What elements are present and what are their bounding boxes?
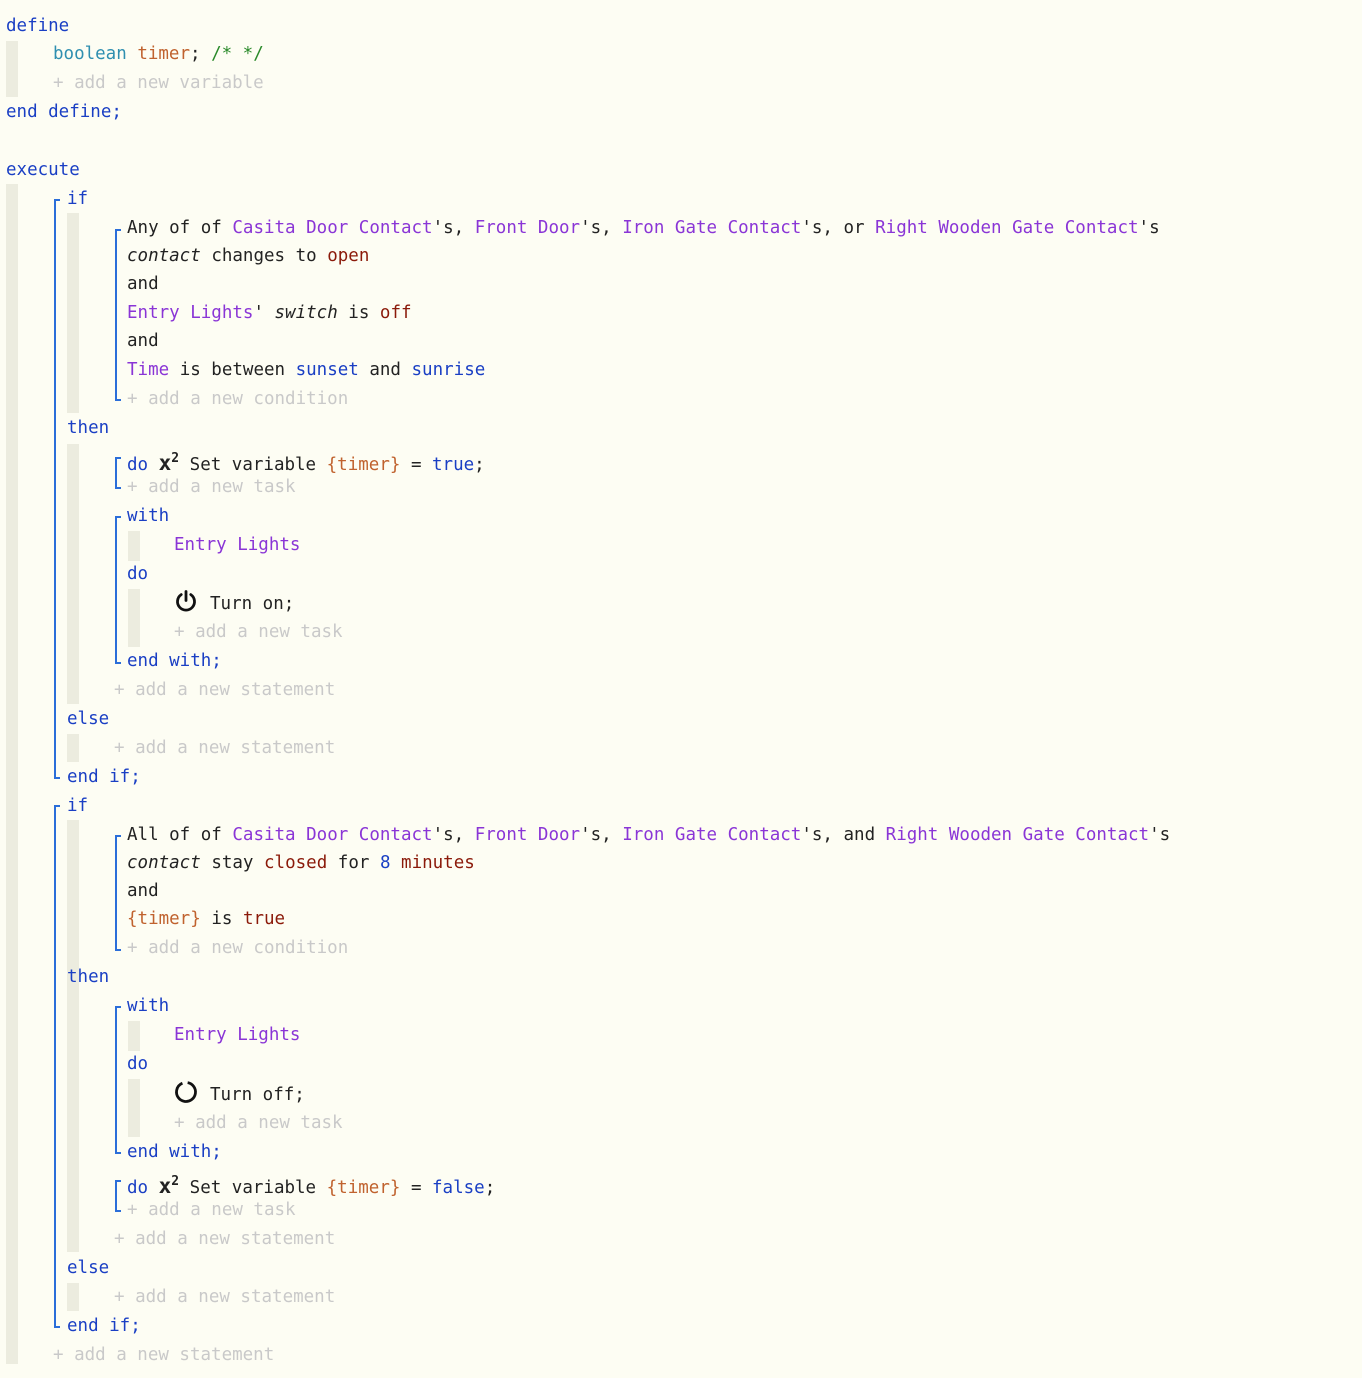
- do-keyword[interactable]: do: [127, 563, 148, 585]
- indent-guide: [128, 1079, 140, 1137]
- end-with-keyword[interactable]: end with;: [127, 650, 222, 672]
- duration-unit[interactable]: minutes: [401, 853, 475, 873]
- indent-guide: [67, 1283, 79, 1311]
- and-operator[interactable]: and: [127, 273, 159, 295]
- indent-guide: [6, 184, 18, 1364]
- device-link[interactable]: Casita Door Contact: [232, 825, 432, 845]
- value-off[interactable]: off: [380, 303, 412, 323]
- then-keyword[interactable]: then: [67, 417, 109, 439]
- indent-guide: [128, 589, 140, 647]
- task-bracket: [115, 457, 121, 489]
- set-variable-task[interactable]: do x2 Set variable {timer} = false;: [127, 1171, 495, 1198]
- value-open[interactable]: open: [327, 246, 369, 266]
- indent-guide: [67, 820, 79, 1252]
- condition-any-of[interactable]: Any of of Casita Door Contact's, Front D…: [127, 217, 1160, 239]
- add-statement-link[interactable]: + add a new statement: [114, 679, 335, 701]
- else-keyword[interactable]: else: [67, 1257, 109, 1279]
- define-keyword[interactable]: define: [6, 15, 69, 37]
- device-link[interactable]: Right Wooden Gate Contact: [875, 218, 1138, 238]
- condition-bracket: [115, 229, 121, 401]
- if-keyword[interactable]: if: [67, 188, 88, 210]
- duration-value[interactable]: 8: [380, 853, 391, 873]
- end-if-keyword[interactable]: end if;: [67, 1315, 141, 1337]
- variable-name: timer: [137, 44, 190, 64]
- execute-keyword[interactable]: execute: [6, 159, 80, 181]
- variable-ref[interactable]: {timer}: [327, 1178, 401, 1198]
- add-variable-link[interactable]: + add a new variable: [53, 72, 264, 94]
- condition-contact-stay[interactable]: contact stay closed for 8 minutes: [127, 852, 475, 874]
- indent-guide: [128, 531, 140, 561]
- device-link[interactable]: Entry Lights: [174, 534, 300, 556]
- device-link[interactable]: Front Door: [475, 825, 580, 845]
- with-block-bracket: [115, 516, 121, 664]
- if-keyword[interactable]: if: [67, 795, 88, 817]
- add-condition-link[interactable]: + add a new condition: [127, 937, 348, 959]
- condition-bracket: [115, 835, 121, 951]
- with-block-bracket: [115, 1006, 121, 1154]
- turn-off-task[interactable]: Turn off;: [210, 1084, 305, 1106]
- value-false[interactable]: false: [432, 1178, 485, 1198]
- indent-guide: [67, 444, 79, 704]
- x-squared-icon: x2: [158, 1174, 180, 1198]
- then-keyword[interactable]: then: [67, 966, 109, 988]
- condition-contact-changes[interactable]: contact changes to open: [127, 245, 369, 267]
- and-operator[interactable]: and: [127, 880, 159, 902]
- do-keyword[interactable]: do: [127, 1053, 148, 1075]
- add-condition-link[interactable]: + add a new condition: [127, 388, 348, 410]
- device-link[interactable]: Entry Lights: [174, 1024, 300, 1046]
- device-link[interactable]: Casita Door Contact: [232, 218, 432, 238]
- value-true[interactable]: true: [432, 455, 474, 475]
- device-link[interactable]: Entry Lights: [127, 303, 253, 323]
- task-bracket: [115, 1180, 121, 1212]
- if-block-bracket: [54, 805, 60, 1328]
- device-link[interactable]: Front Door: [475, 218, 580, 238]
- indent-guide: [67, 734, 79, 762]
- add-statement-link[interactable]: + add a new statement: [114, 737, 335, 759]
- else-keyword[interactable]: else: [67, 708, 109, 730]
- add-statement-link[interactable]: + add a new statement: [53, 1344, 274, 1366]
- with-keyword[interactable]: with: [127, 505, 169, 527]
- device-link[interactable]: Right Wooden Gate Contact: [886, 825, 1149, 845]
- value-true[interactable]: true: [243, 909, 285, 929]
- add-task-link[interactable]: + add a new task: [174, 621, 343, 643]
- condition-timer-true[interactable]: {timer} is true: [127, 908, 285, 930]
- end-define-keyword[interactable]: end define;: [6, 101, 122, 123]
- set-variable-task[interactable]: do x2 Set variable {timer} = true;: [127, 448, 485, 475]
- add-statement-link[interactable]: + add a new statement: [114, 1286, 335, 1308]
- and-operator[interactable]: and: [127, 330, 159, 352]
- comment: /* */: [211, 44, 264, 64]
- indent-guide: [6, 41, 18, 97]
- value-sunset[interactable]: sunset: [296, 360, 359, 380]
- x-squared-icon: x2: [158, 451, 180, 475]
- indent-guide: [67, 213, 79, 413]
- if-block-bracket: [54, 199, 60, 779]
- variable-ref[interactable]: {timer}: [127, 909, 201, 929]
- condition-switch-off[interactable]: Entry Lights' switch is off: [127, 302, 412, 324]
- with-keyword[interactable]: with: [127, 995, 169, 1017]
- end-with-keyword[interactable]: end with;: [127, 1141, 222, 1163]
- turn-on-task[interactable]: Turn on;: [210, 593, 294, 615]
- condition-all-of[interactable]: All of of Casita Door Contact's, Front D…: [127, 824, 1170, 846]
- variable-ref[interactable]: {timer}: [327, 455, 401, 475]
- add-task-link[interactable]: + add a new task: [174, 1112, 343, 1134]
- time-link[interactable]: Time: [127, 360, 169, 380]
- add-task-link[interactable]: + add a new task: [127, 476, 296, 498]
- value-closed[interactable]: closed: [264, 853, 327, 873]
- type-boolean: boolean: [53, 44, 127, 64]
- power-icon: [176, 590, 196, 612]
- device-link[interactable]: Iron Gate Contact: [622, 218, 801, 238]
- add-task-link[interactable]: + add a new task: [127, 1199, 296, 1221]
- add-statement-link[interactable]: + add a new statement: [114, 1228, 335, 1250]
- value-sunrise[interactable]: sunrise: [412, 360, 486, 380]
- power-off-icon: [175, 1081, 197, 1103]
- condition-time-between[interactable]: Time is between sunset and sunrise: [127, 359, 485, 381]
- end-if-keyword[interactable]: end if;: [67, 766, 141, 788]
- variable-declaration[interactable]: boolean timer; /* */: [53, 43, 264, 65]
- device-link[interactable]: Iron Gate Contact: [622, 825, 801, 845]
- indent-guide: [128, 1021, 140, 1051]
